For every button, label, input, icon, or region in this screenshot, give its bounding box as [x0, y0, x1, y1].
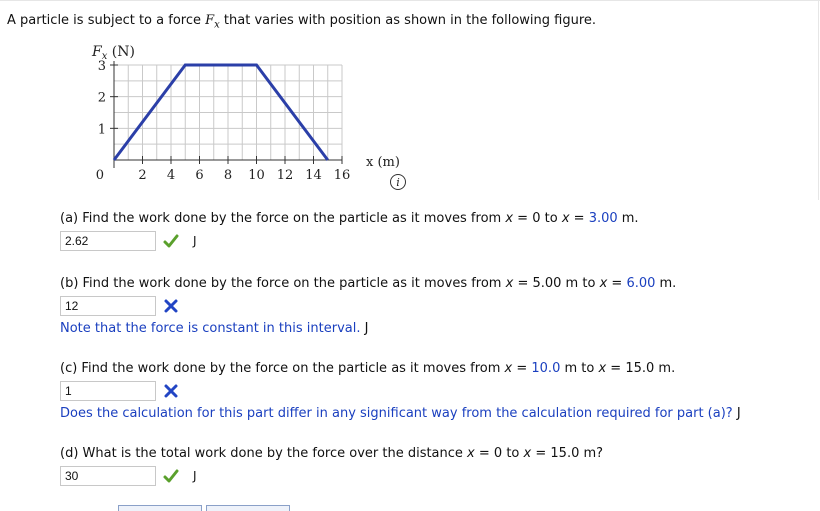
chart-ticks [110, 64, 343, 164]
hint-c: Does the calculation for this part diffe… [60, 406, 741, 421]
problem-statement: A particle is subject to a force Fx that… [7, 13, 597, 31]
x-axis-label: x (m) [366, 155, 400, 170]
y-tick-label: 2 [98, 91, 106, 106]
unit-d: J [193, 469, 197, 483]
question-c: (c) Find the work done by the force on t… [60, 361, 676, 376]
answer-b-input[interactable]: 12 [60, 296, 156, 316]
info-icon[interactable]: i [390, 174, 406, 190]
origin-label: 0 [96, 168, 104, 183]
incorrect-x-icon [164, 299, 178, 313]
question-d: (d) What is the total work done by the f… [60, 446, 604, 461]
y-axis-label: Fx (N) [91, 44, 135, 62]
top-divider [0, 0, 820, 1]
x-tick-label: 16 [334, 168, 351, 183]
correct-check-icon [163, 469, 179, 483]
save-progress-button[interactable] [206, 505, 290, 511]
x-tick-label: 2 [138, 168, 146, 183]
unit-a: J [193, 234, 197, 248]
x-tick-label: 14 [305, 168, 322, 183]
right-divider [818, 0, 819, 200]
correct-check-icon [163, 234, 179, 248]
x-tick-label: 4 [167, 168, 175, 183]
x-tick-label: 12 [277, 168, 294, 183]
question-a: (a) Find the work done by the force on t… [60, 211, 639, 226]
answer-d-input[interactable]: 30 [60, 466, 156, 486]
x-tick-label: 10 [248, 168, 265, 183]
question-b: (b) Find the work done by the force on t… [60, 276, 677, 291]
force-position-chart: 2 4 6 8 10 12 14 161230Fx (N)x (m) [91, 44, 400, 183]
answer-c-input[interactable]: 1 [60, 381, 156, 401]
answer-a-input[interactable]: 2.62 [60, 231, 156, 251]
hint-b: Note that the force is constant in this … [60, 321, 369, 336]
incorrect-x-icon [164, 384, 178, 398]
x-tick-label: 8 [224, 168, 232, 183]
y-tick-label: 1 [98, 122, 106, 137]
submit-button[interactable] [118, 505, 202, 511]
x-tick-label: 6 [195, 168, 203, 183]
